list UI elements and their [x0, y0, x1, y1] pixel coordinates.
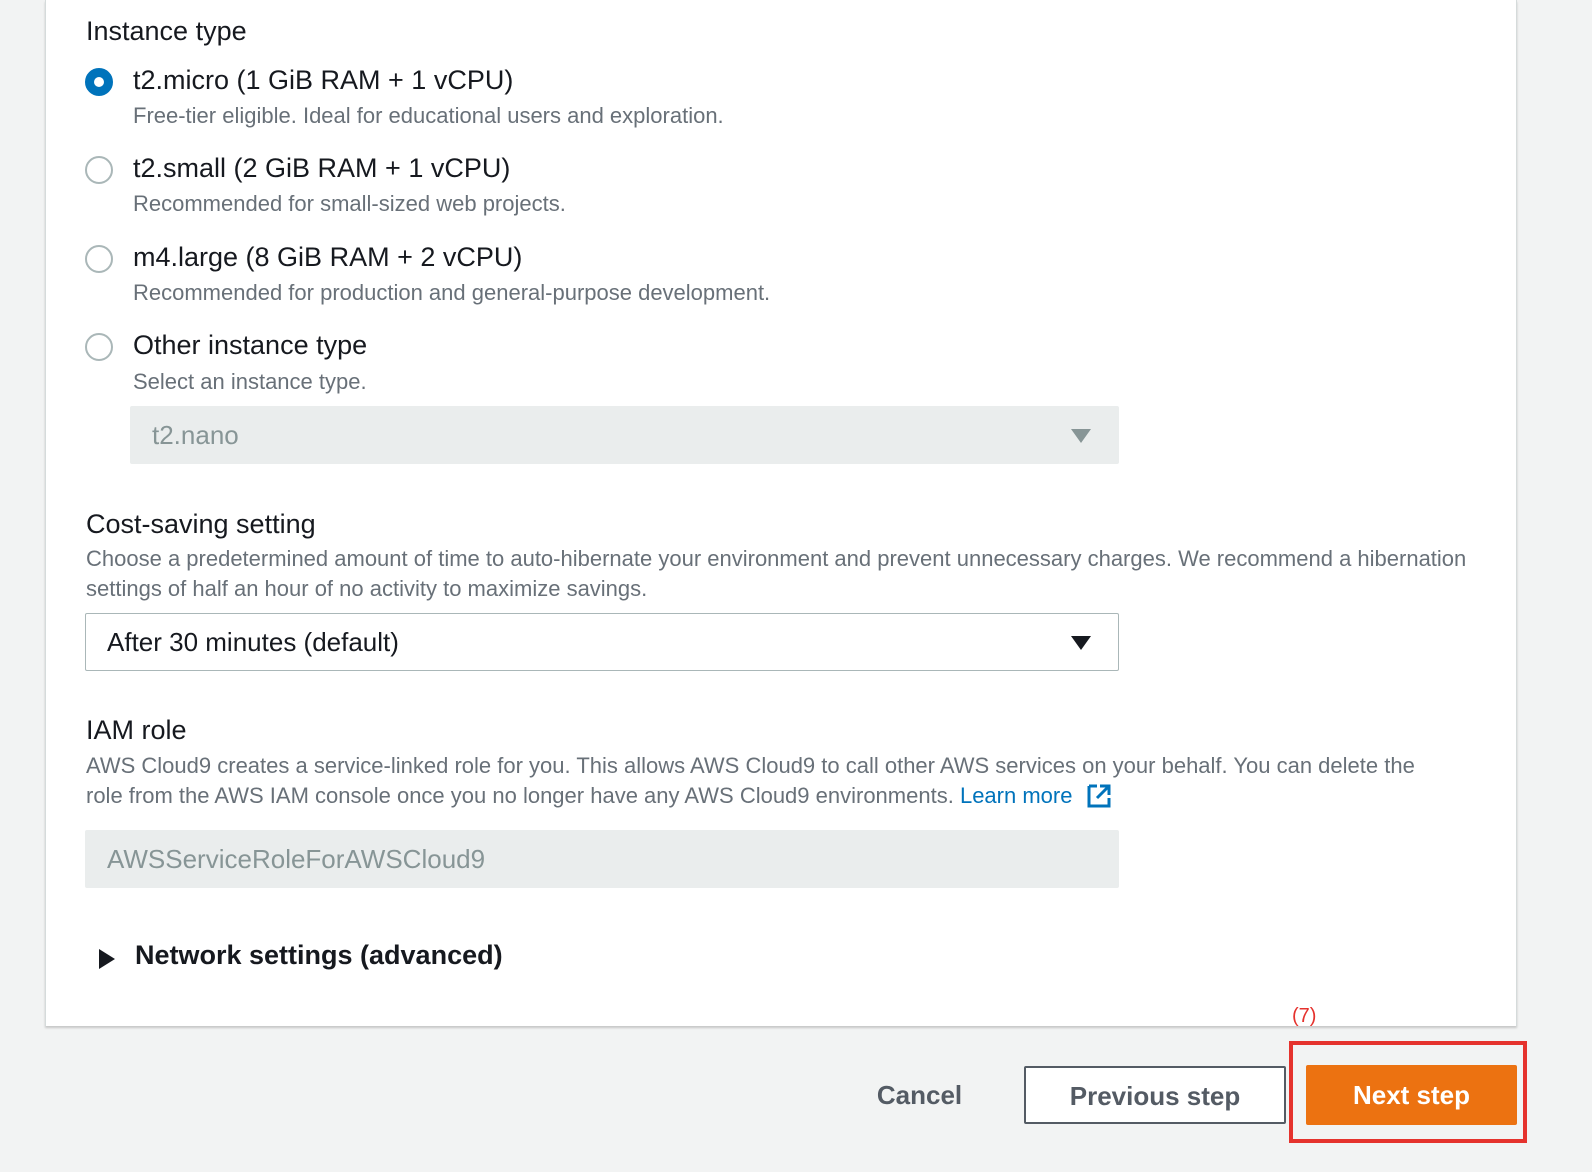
iam-role-description-text: AWS Cloud9 creates a service-linked role…: [86, 753, 1415, 808]
cost-saving-select[interactable]: After 30 minutes (default): [85, 613, 1119, 671]
iam-role-label: IAM role: [86, 715, 187, 745]
option-t2-micro-desc: Free-tier eligible. Ideal for educationa…: [133, 103, 724, 128]
cost-saving-label: Cost-saving setting: [86, 509, 316, 539]
iam-role-description: AWS Cloud9 creates a service-linked role…: [86, 751, 1426, 811]
cost-saving-select-value: After 30 minutes (default): [107, 627, 399, 657]
cancel-button[interactable]: Cancel: [862, 1066, 977, 1124]
external-link-icon[interactable]: [1085, 782, 1113, 810]
instance-type-label: Instance type: [86, 16, 247, 46]
previous-step-button[interactable]: Previous step: [1024, 1066, 1286, 1124]
next-step-button[interactable]: Next step: [1306, 1065, 1517, 1125]
caret-right-icon[interactable]: [98, 948, 116, 970]
option-m4-large-title[interactable]: m4.large (8 GiB RAM + 2 vCPU): [133, 242, 522, 273]
iam-role-field: AWSServiceRoleForAWSCloud9: [85, 830, 1119, 888]
radio-t2-small[interactable]: [85, 156, 113, 184]
option-t2-micro-title[interactable]: t2.micro (1 GiB RAM + 1 vCPU): [133, 65, 513, 96]
iam-role-field-value: AWSServiceRoleForAWSCloud9: [107, 844, 486, 874]
learn-more-link[interactable]: Learn more: [960, 783, 1113, 808]
caret-down-icon: [1071, 636, 1091, 650]
radio-other-instance[interactable]: [85, 333, 113, 361]
cost-saving-description: Choose a predetermined amount of time to…: [86, 546, 1467, 601]
step-annotation-label: (7): [1292, 1005, 1317, 1027]
option-t2-small-title[interactable]: t2.small (2 GiB RAM + 1 vCPU): [133, 153, 510, 184]
other-instance-select[interactable]: t2.nano: [130, 406, 1119, 464]
radio-t2-micro[interactable]: [85, 68, 113, 96]
option-other-instance-title[interactable]: Other instance type: [133, 330, 367, 361]
option-other-instance-desc: Select an instance type.: [133, 369, 367, 394]
option-m4-large-desc: Recommended for production and general-p…: [133, 280, 771, 305]
network-settings-label[interactable]: Network settings (advanced): [135, 940, 503, 971]
option-t2-small-desc: Recommended for small-sized web projects…: [133, 191, 566, 216]
caret-down-icon: [1071, 429, 1091, 443]
other-instance-select-value: t2.nano: [152, 420, 239, 450]
radio-m4-large[interactable]: [85, 245, 113, 273]
learn-more-label[interactable]: Learn more: [960, 783, 1073, 808]
